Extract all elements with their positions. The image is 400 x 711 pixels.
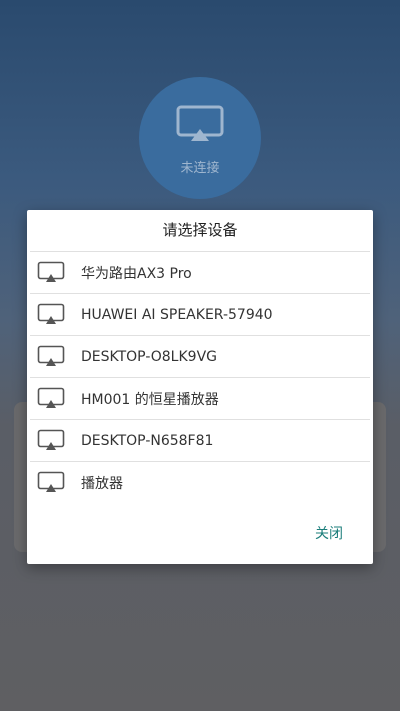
screen-cast-icon: [37, 261, 65, 282]
device-name: DESKTOP-O8LK9VG: [81, 348, 217, 365]
device-item[interactable]: 播放器: [30, 461, 370, 503]
screen-cast-icon: [37, 303, 65, 324]
screen-cast-icon: [37, 429, 65, 450]
screen-cast-icon: [37, 345, 65, 366]
device-item[interactable]: 华为路由AX3 Pro: [30, 251, 370, 293]
device-item[interactable]: HUAWEI AI SPEAKER-57940: [30, 293, 370, 335]
device-item[interactable]: DESKTOP-O8LK9VG: [30, 335, 370, 377]
screen-cast-icon: [37, 471, 65, 492]
device-item[interactable]: DESKTOP-N658F81: [30, 419, 370, 461]
device-name: 播放器: [81, 475, 123, 492]
device-name: DESKTOP-N658F81: [81, 432, 214, 449]
close-button[interactable]: 关闭: [315, 523, 343, 543]
device-item[interactable]: HM001 的恒星播放器: [30, 377, 370, 419]
device-name: HUAWEI AI SPEAKER-57940: [81, 306, 273, 323]
device-name: 华为路由AX3 Pro: [81, 265, 192, 282]
cast-status-button[interactable]: 未连接: [139, 77, 261, 199]
screen-cast-icon: [176, 105, 224, 141]
device-name: HM001 的恒星播放器: [81, 391, 219, 408]
device-select-dialog: 请选择设备 华为路由AX3 Pro HUAWEI AI SPEAKER-5794…: [27, 210, 373, 564]
device-list: 华为路由AX3 Pro HUAWEI AI SPEAKER-57940 DESK…: [27, 251, 373, 503]
connection-status-label: 未连接: [180, 161, 220, 176]
screen: 未连接 请选择设备 华为路由AX3 Pro HUAWEI AI SPEAKER-…: [0, 0, 400, 711]
screen-cast-icon: [37, 387, 65, 408]
dialog-title: 请选择设备: [162, 221, 238, 239]
